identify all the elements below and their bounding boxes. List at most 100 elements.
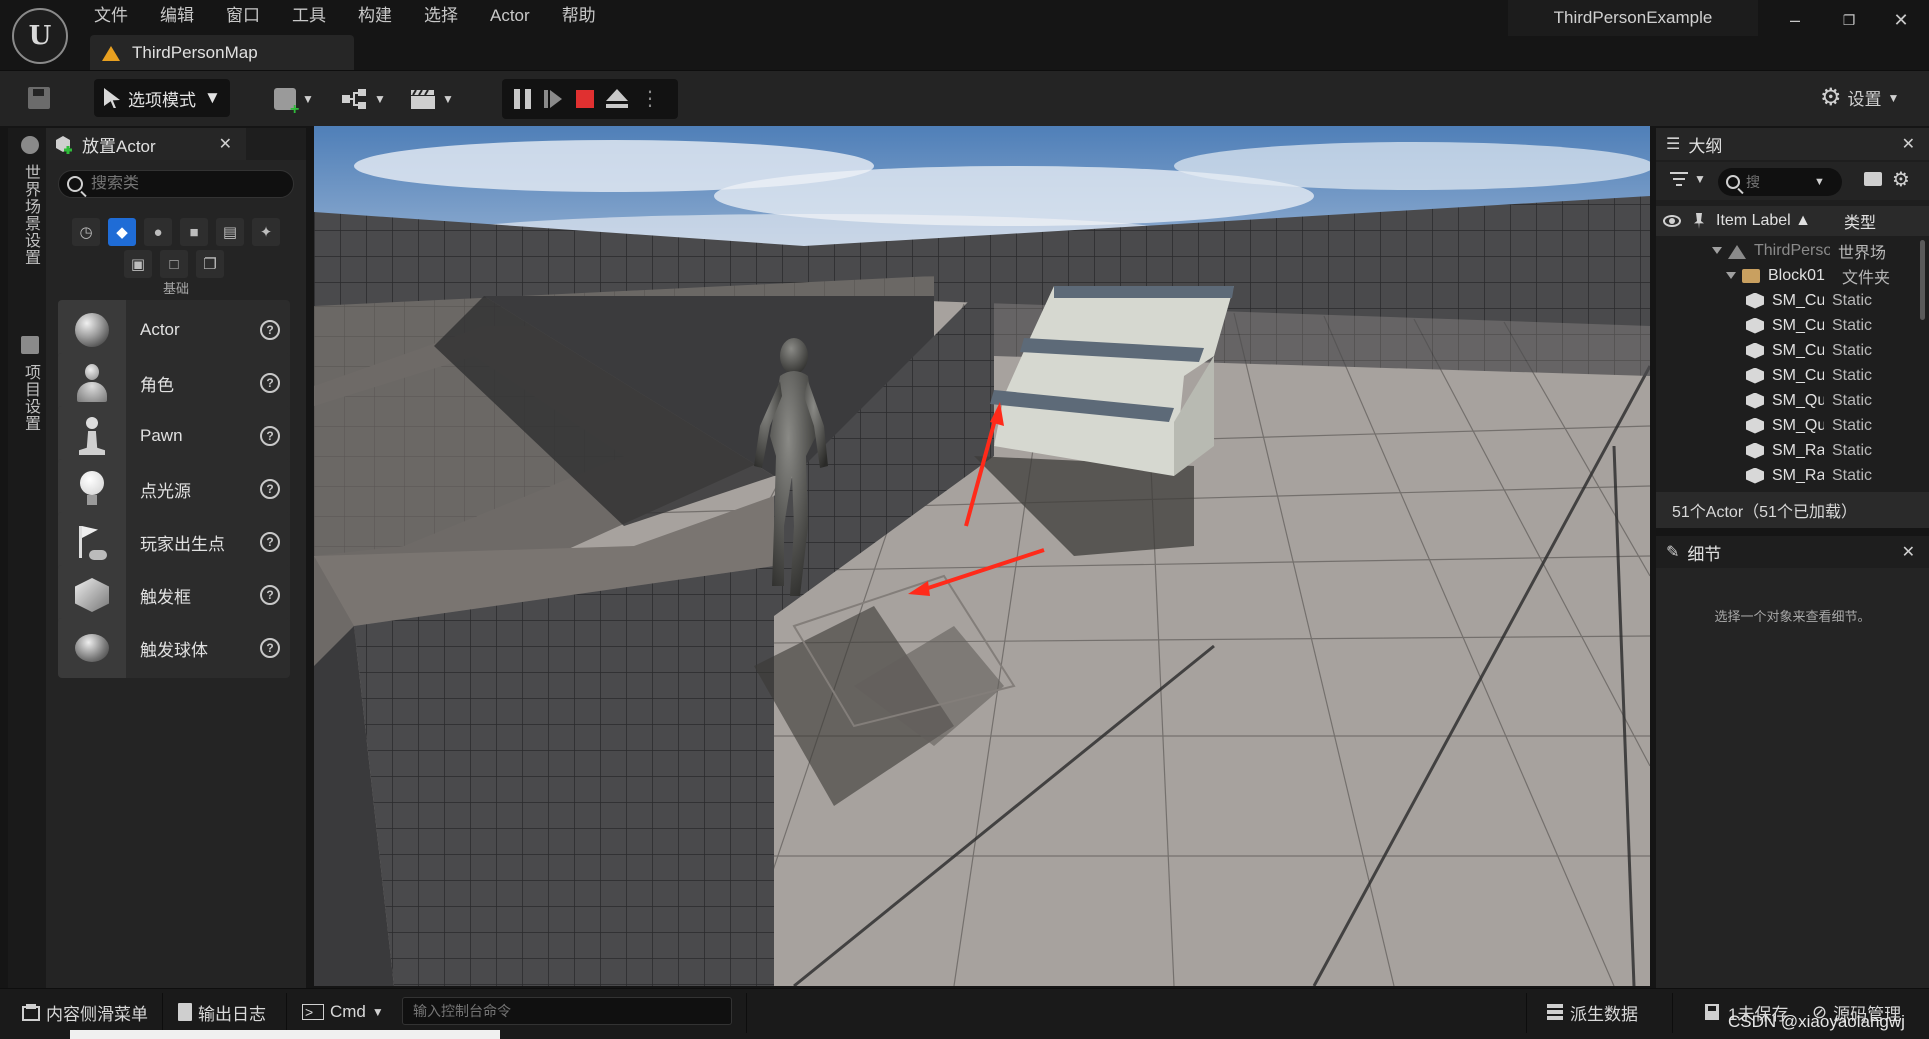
- details-panel: ✎ 细节 ✕ 选择一个对象来查看细节。: [1656, 536, 1929, 988]
- outliner-row-mesh[interactable]: SM_Ra Static: [1656, 463, 1929, 488]
- project-settings-tab[interactable]: 项目设置: [18, 336, 42, 432]
- item-label-column[interactable]: Item Label ▲: [1710, 212, 1840, 230]
- blueprint-button[interactable]: ▼: [342, 83, 386, 115]
- more-options-icon[interactable]: ⋮: [640, 89, 660, 109]
- menu-build[interactable]: 构建: [342, 4, 408, 30]
- menu-tools[interactable]: 工具: [276, 4, 342, 30]
- details-tab[interactable]: ✎ 细节 ✕: [1656, 536, 1929, 568]
- close-icon[interactable]: ✕: [1902, 542, 1915, 562]
- search-icon: [67, 176, 83, 192]
- outliner-row-mesh[interactable]: SM_Cu Static: [1656, 363, 1929, 388]
- help-icon[interactable]: ?: [260, 373, 280, 393]
- outliner-tab[interactable]: ☰ 大纲 ✕: [1656, 128, 1929, 160]
- outliner-row-mesh[interactable]: SM_Qu Static: [1656, 388, 1929, 413]
- class-search[interactable]: [58, 170, 294, 198]
- outliner-search[interactable]: ▼: [1718, 168, 1842, 196]
- actor-item-label: Actor: [140, 320, 180, 339]
- menu-window[interactable]: 窗口: [210, 4, 276, 30]
- menu-actor[interactable]: Actor: [474, 4, 546, 30]
- watermark: CSDN @xiaoyaolangwj: [1728, 1012, 1905, 1031]
- outliner-scrollbar[interactable]: [1920, 240, 1925, 320]
- all-classes-icon[interactable]: ❐: [196, 250, 224, 278]
- stop-icon[interactable]: [576, 90, 594, 108]
- actor-item-player-start[interactable]: 玩家出生点 ?: [58, 512, 290, 572]
- actor-item-trigger-sphere[interactable]: 触发球体 ?: [58, 618, 290, 678]
- pause-icon[interactable]: [514, 89, 532, 109]
- recent-icon[interactable]: ◷: [72, 218, 100, 246]
- derived-data-button[interactable]: 派生数据: [1546, 999, 1638, 1025]
- settings-label: 设置: [1847, 90, 1882, 109]
- row-type: Static: [1832, 291, 1873, 309]
- help-icon[interactable]: ?: [260, 320, 280, 340]
- help-icon[interactable]: ?: [260, 426, 280, 446]
- row-type: Static: [1832, 466, 1873, 484]
- details-empty-message: 选择一个对象来查看细节。: [1714, 609, 1871, 624]
- outliner-row-mesh[interactable]: SM_Cu Static: [1656, 313, 1929, 338]
- pin-icon[interactable]: [1694, 213, 1704, 229]
- chevron-down-icon: ▼: [442, 92, 454, 106]
- volumes-icon[interactable]: □: [160, 250, 188, 278]
- eject-icon[interactable]: [606, 89, 628, 109]
- output-log-button[interactable]: 输出日志: [178, 999, 266, 1025]
- actor-item-character[interactable]: 角色 ?: [58, 353, 290, 413]
- console-command-input[interactable]: [402, 997, 732, 1025]
- menu-edit[interactable]: 编辑: [144, 4, 210, 30]
- geometry-icon[interactable]: ▣: [124, 250, 152, 278]
- unreal-logo-icon[interactable]: U: [12, 8, 68, 64]
- filter-button[interactable]: ▼: [1670, 172, 1706, 186]
- main-toolbar: 选项模式 ▼ + ▼ ▼ ▼ ⋮ ⚙ 设置 ▼: [0, 70, 1929, 126]
- content-drawer-label: 内容侧滑菜单: [46, 1004, 148, 1024]
- restore-icon[interactable]: ❐: [1832, 6, 1866, 34]
- outliner-row-mesh[interactable]: SM_Cu Static: [1656, 338, 1929, 363]
- visual-effects-icon[interactable]: ✦: [252, 218, 280, 246]
- outliner-search-input[interactable]: [1746, 174, 1808, 190]
- visibility-eye-icon[interactable]: [1663, 215, 1681, 227]
- close-icon[interactable]: ✕: [1902, 134, 1915, 154]
- menu-file[interactable]: 文件: [92, 4, 144, 30]
- actor-item-pawn[interactable]: Pawn ?: [58, 406, 290, 466]
- close-icon[interactable]: ✕: [219, 134, 232, 154]
- world-settings-tab[interactable]: 世界场景设置: [18, 136, 42, 266]
- content-drawer-button[interactable]: 内容侧滑菜单: [22, 999, 148, 1025]
- basic-shapes-icon[interactable]: ◆: [108, 218, 136, 246]
- cmd-dropdown[interactable]: >_ Cmd ▼: [302, 999, 384, 1025]
- filter-icon: [1670, 172, 1688, 186]
- outliner-icon: ☰: [1666, 136, 1681, 153]
- help-icon[interactable]: ?: [260, 479, 280, 499]
- expand-icon[interactable]: [1712, 247, 1722, 254]
- expand-icon[interactable]: [1726, 272, 1736, 279]
- help-icon[interactable]: ?: [260, 532, 280, 552]
- gear-icon[interactable]: ⚙: [1892, 168, 1910, 192]
- help-icon[interactable]: ?: [260, 638, 280, 658]
- lights-icon[interactable]: ●: [144, 218, 172, 246]
- cinematic-icon[interactable]: ▤: [216, 218, 244, 246]
- map-tab[interactable]: ThirdPersonMap: [90, 35, 354, 71]
- selection-mode-dropdown[interactable]: 选项模式 ▼: [94, 79, 230, 117]
- shapes-icon[interactable]: ■: [180, 218, 208, 246]
- type-column[interactable]: 类型: [1840, 209, 1876, 233]
- menu-bar: 文件 编辑 窗口 工具 构建 选择 Actor 帮助: [92, 4, 612, 30]
- outliner-row-folder[interactable]: Block01 文件夹: [1656, 263, 1929, 288]
- menu-help[interactable]: 帮助: [546, 4, 612, 30]
- close-window-icon[interactable]: ✕: [1884, 6, 1918, 34]
- settings-button[interactable]: ⚙ 设置 ▼: [1820, 85, 1899, 110]
- actor-item-actor[interactable]: Actor ?: [58, 300, 290, 360]
- add-folder-icon[interactable]: [1864, 172, 1882, 186]
- minimize-icon[interactable]: –: [1778, 6, 1812, 34]
- outliner-row-mesh[interactable]: SM_Cu Static: [1656, 288, 1929, 313]
- outliner-row-mesh[interactable]: SM_Ra Static: [1656, 438, 1929, 463]
- outliner-row-world[interactable]: ThirdPerso 世界场: [1656, 238, 1929, 263]
- place-actors-tab[interactable]: 放置Actor ✕: [46, 128, 246, 160]
- save-icon[interactable]: [26, 85, 52, 111]
- help-icon[interactable]: ?: [260, 585, 280, 605]
- class-search-input[interactable]: [91, 175, 271, 193]
- actor-item-trigger-box[interactable]: 触发框 ?: [58, 565, 290, 625]
- add-actor-button[interactable]: + ▼: [274, 83, 314, 118]
- outliner-row-mesh[interactable]: SM_Qu Static: [1656, 413, 1929, 438]
- cinematics-button[interactable]: ▼: [410, 83, 454, 115]
- menu-select[interactable]: 选择: [408, 4, 474, 30]
- step-frame-icon[interactable]: [544, 89, 564, 109]
- unsaved-files-icon: [1705, 1004, 1719, 1020]
- level-viewport[interactable]: [314, 126, 1650, 986]
- actor-item-point-light[interactable]: 点光源 ?: [58, 459, 290, 519]
